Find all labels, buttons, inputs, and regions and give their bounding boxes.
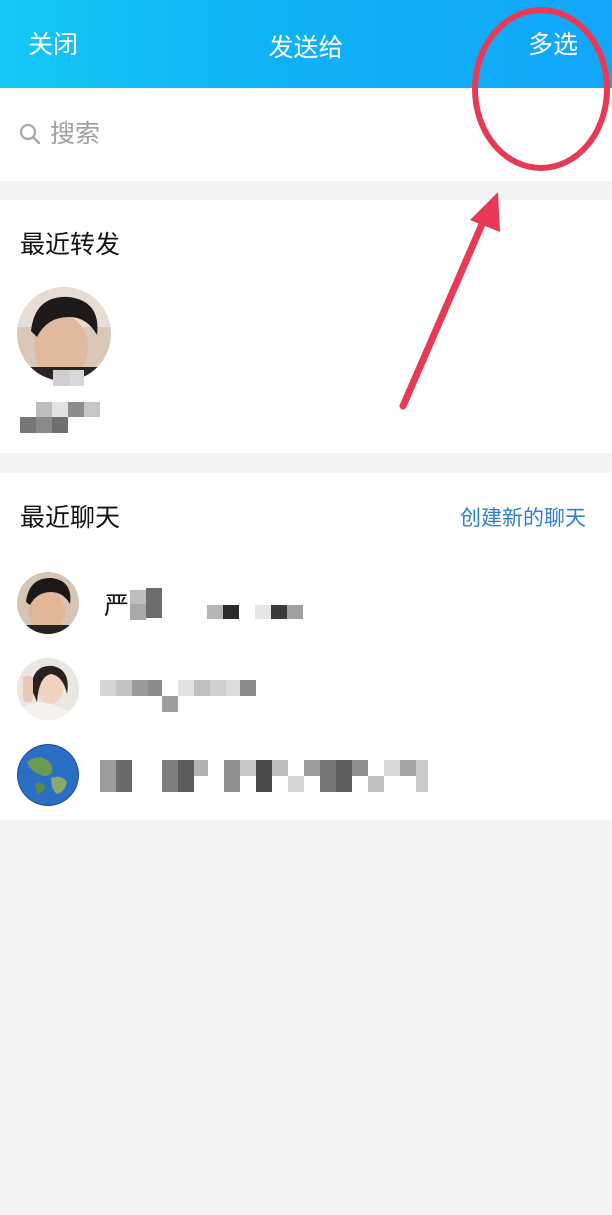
recent-forward-avatar[interactable] <box>17 287 111 381</box>
create-new-chat-link[interactable]: 创建新的聊天 <box>460 503 586 533</box>
chat-list-item[interactable]: 严 <box>0 572 612 658</box>
search-input[interactable]: 搜索 <box>50 118 100 150</box>
recent-forward-title: 最近转发 <box>20 230 121 259</box>
top-navigation-bar: 关闭 发送给 多选 <box>0 0 612 88</box>
multi-select-button[interactable]: 多选 <box>528 28 578 62</box>
avatar <box>17 744 79 806</box>
chat-list-item[interactable] <box>0 744 612 830</box>
chat-name: 严 <box>104 591 130 620</box>
globe-avatar <box>17 744 79 806</box>
avatar-photo <box>17 287 111 381</box>
chat-name-blur <box>100 760 430 794</box>
avatar <box>17 658 79 720</box>
recent-forward-name <box>20 370 100 434</box>
search-bar[interactable]: 搜索 <box>0 88 612 181</box>
chat-list-item[interactable] <box>0 658 612 744</box>
search-icon <box>19 123 41 145</box>
avatar <box>17 572 79 634</box>
recent-forward-section: 最近转发 <box>0 200 612 453</box>
chat-name-blur <box>130 588 310 622</box>
page-title: 发送给 <box>268 33 344 62</box>
recent-chats-title: 最近聊天 <box>20 503 121 532</box>
avatar-photo <box>17 658 79 720</box>
avatar-photo <box>17 572 79 634</box>
chat-name-blur <box>100 678 260 718</box>
